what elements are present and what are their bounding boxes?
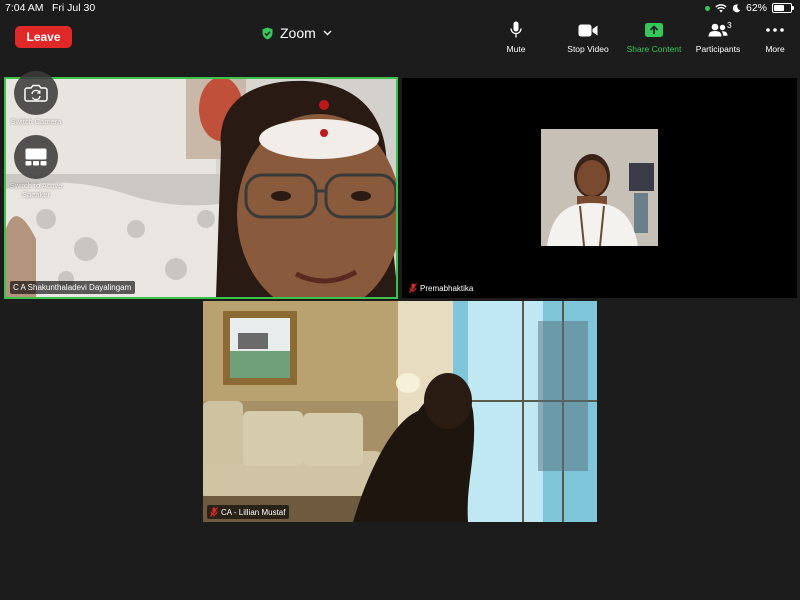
status-indicators: 62% xyxy=(704,2,794,14)
status-bar: 7:04 AM Fri Jul 30 62% xyxy=(0,0,800,16)
status-time: 7:04 AM xyxy=(5,2,44,14)
battery-percent: 62% xyxy=(745,2,767,14)
switch-camera-label: Switch Camera xyxy=(10,117,62,126)
share-content-button[interactable]: Share Content xyxy=(623,20,685,54)
muted-microphone-icon xyxy=(210,507,218,517)
participants-button[interactable]: 3 Participants xyxy=(689,20,747,54)
shield-check-icon xyxy=(262,27,273,39)
do-not-disturb-moon-icon xyxy=(732,3,741,12)
switch-active-circle xyxy=(14,135,58,179)
participant-name: C A Shakunthaladevi Dayalingam xyxy=(13,283,132,292)
mute-label: Mute xyxy=(506,44,526,54)
video-camera-icon xyxy=(578,20,598,40)
share-arrow-icon xyxy=(645,20,663,40)
muted-microphone-icon xyxy=(409,283,417,293)
chevron-down-icon xyxy=(323,30,332,36)
meeting-toolbar: Mute Stop Video Share Content 3 Particip… xyxy=(496,20,788,54)
more-label: More xyxy=(765,44,785,54)
participant-name: Premabhaktika xyxy=(420,283,474,293)
switch-camera-circle xyxy=(14,71,58,115)
switch-camera-button[interactable]: Switch Camera xyxy=(6,71,66,126)
more-button[interactable]: More xyxy=(762,20,788,54)
meeting-title-menu[interactable]: Zoom xyxy=(262,25,332,41)
participants-label: Participants xyxy=(695,44,741,54)
participant-video-feed xyxy=(402,78,797,298)
participant-video-feed xyxy=(203,301,597,522)
camera-rotate-icon xyxy=(24,84,48,102)
participant-name-label: CA - Lillian Mustaf xyxy=(207,505,290,519)
participant-name-label: Premabhaktika xyxy=(406,281,478,295)
status-date: Fri Jul 30 xyxy=(52,2,96,14)
participant-name: CA - Lillian Mustaf xyxy=(221,507,286,517)
video-tile[interactable]: CA - Lillian Mustaf xyxy=(203,301,597,522)
battery-icon xyxy=(772,3,794,13)
wifi-icon xyxy=(715,3,727,12)
switch-to-active-speaker-button[interactable]: Switch to Active Speaker xyxy=(6,135,66,199)
meeting-title: Zoom xyxy=(280,25,316,41)
stop-video-button[interactable]: Stop Video xyxy=(560,20,616,54)
microphone-icon xyxy=(510,20,522,40)
participant-name-label: C A Shakunthaladevi Dayalingam xyxy=(10,281,136,294)
participants-count-badge: 3 xyxy=(727,20,732,30)
ellipsis-icon xyxy=(766,20,784,40)
people-icon xyxy=(708,20,728,40)
switch-active-label: Switch to Active Speaker xyxy=(9,181,63,199)
mute-button[interactable]: Mute xyxy=(496,20,536,54)
zoom-meeting-window: 7:04 AM Fri Jul 30 62% Leave Zoom Mute S… xyxy=(0,0,800,600)
battery-level-fill xyxy=(774,5,784,11)
camera-in-use-dot-icon xyxy=(704,5,710,11)
leave-button[interactable]: Leave xyxy=(15,26,72,48)
speaker-view-icon xyxy=(25,148,47,166)
stop-video-label: Stop Video xyxy=(567,44,609,54)
video-tile[interactable]: Premabhaktika xyxy=(402,78,797,298)
share-content-label: Share Content xyxy=(626,44,682,54)
